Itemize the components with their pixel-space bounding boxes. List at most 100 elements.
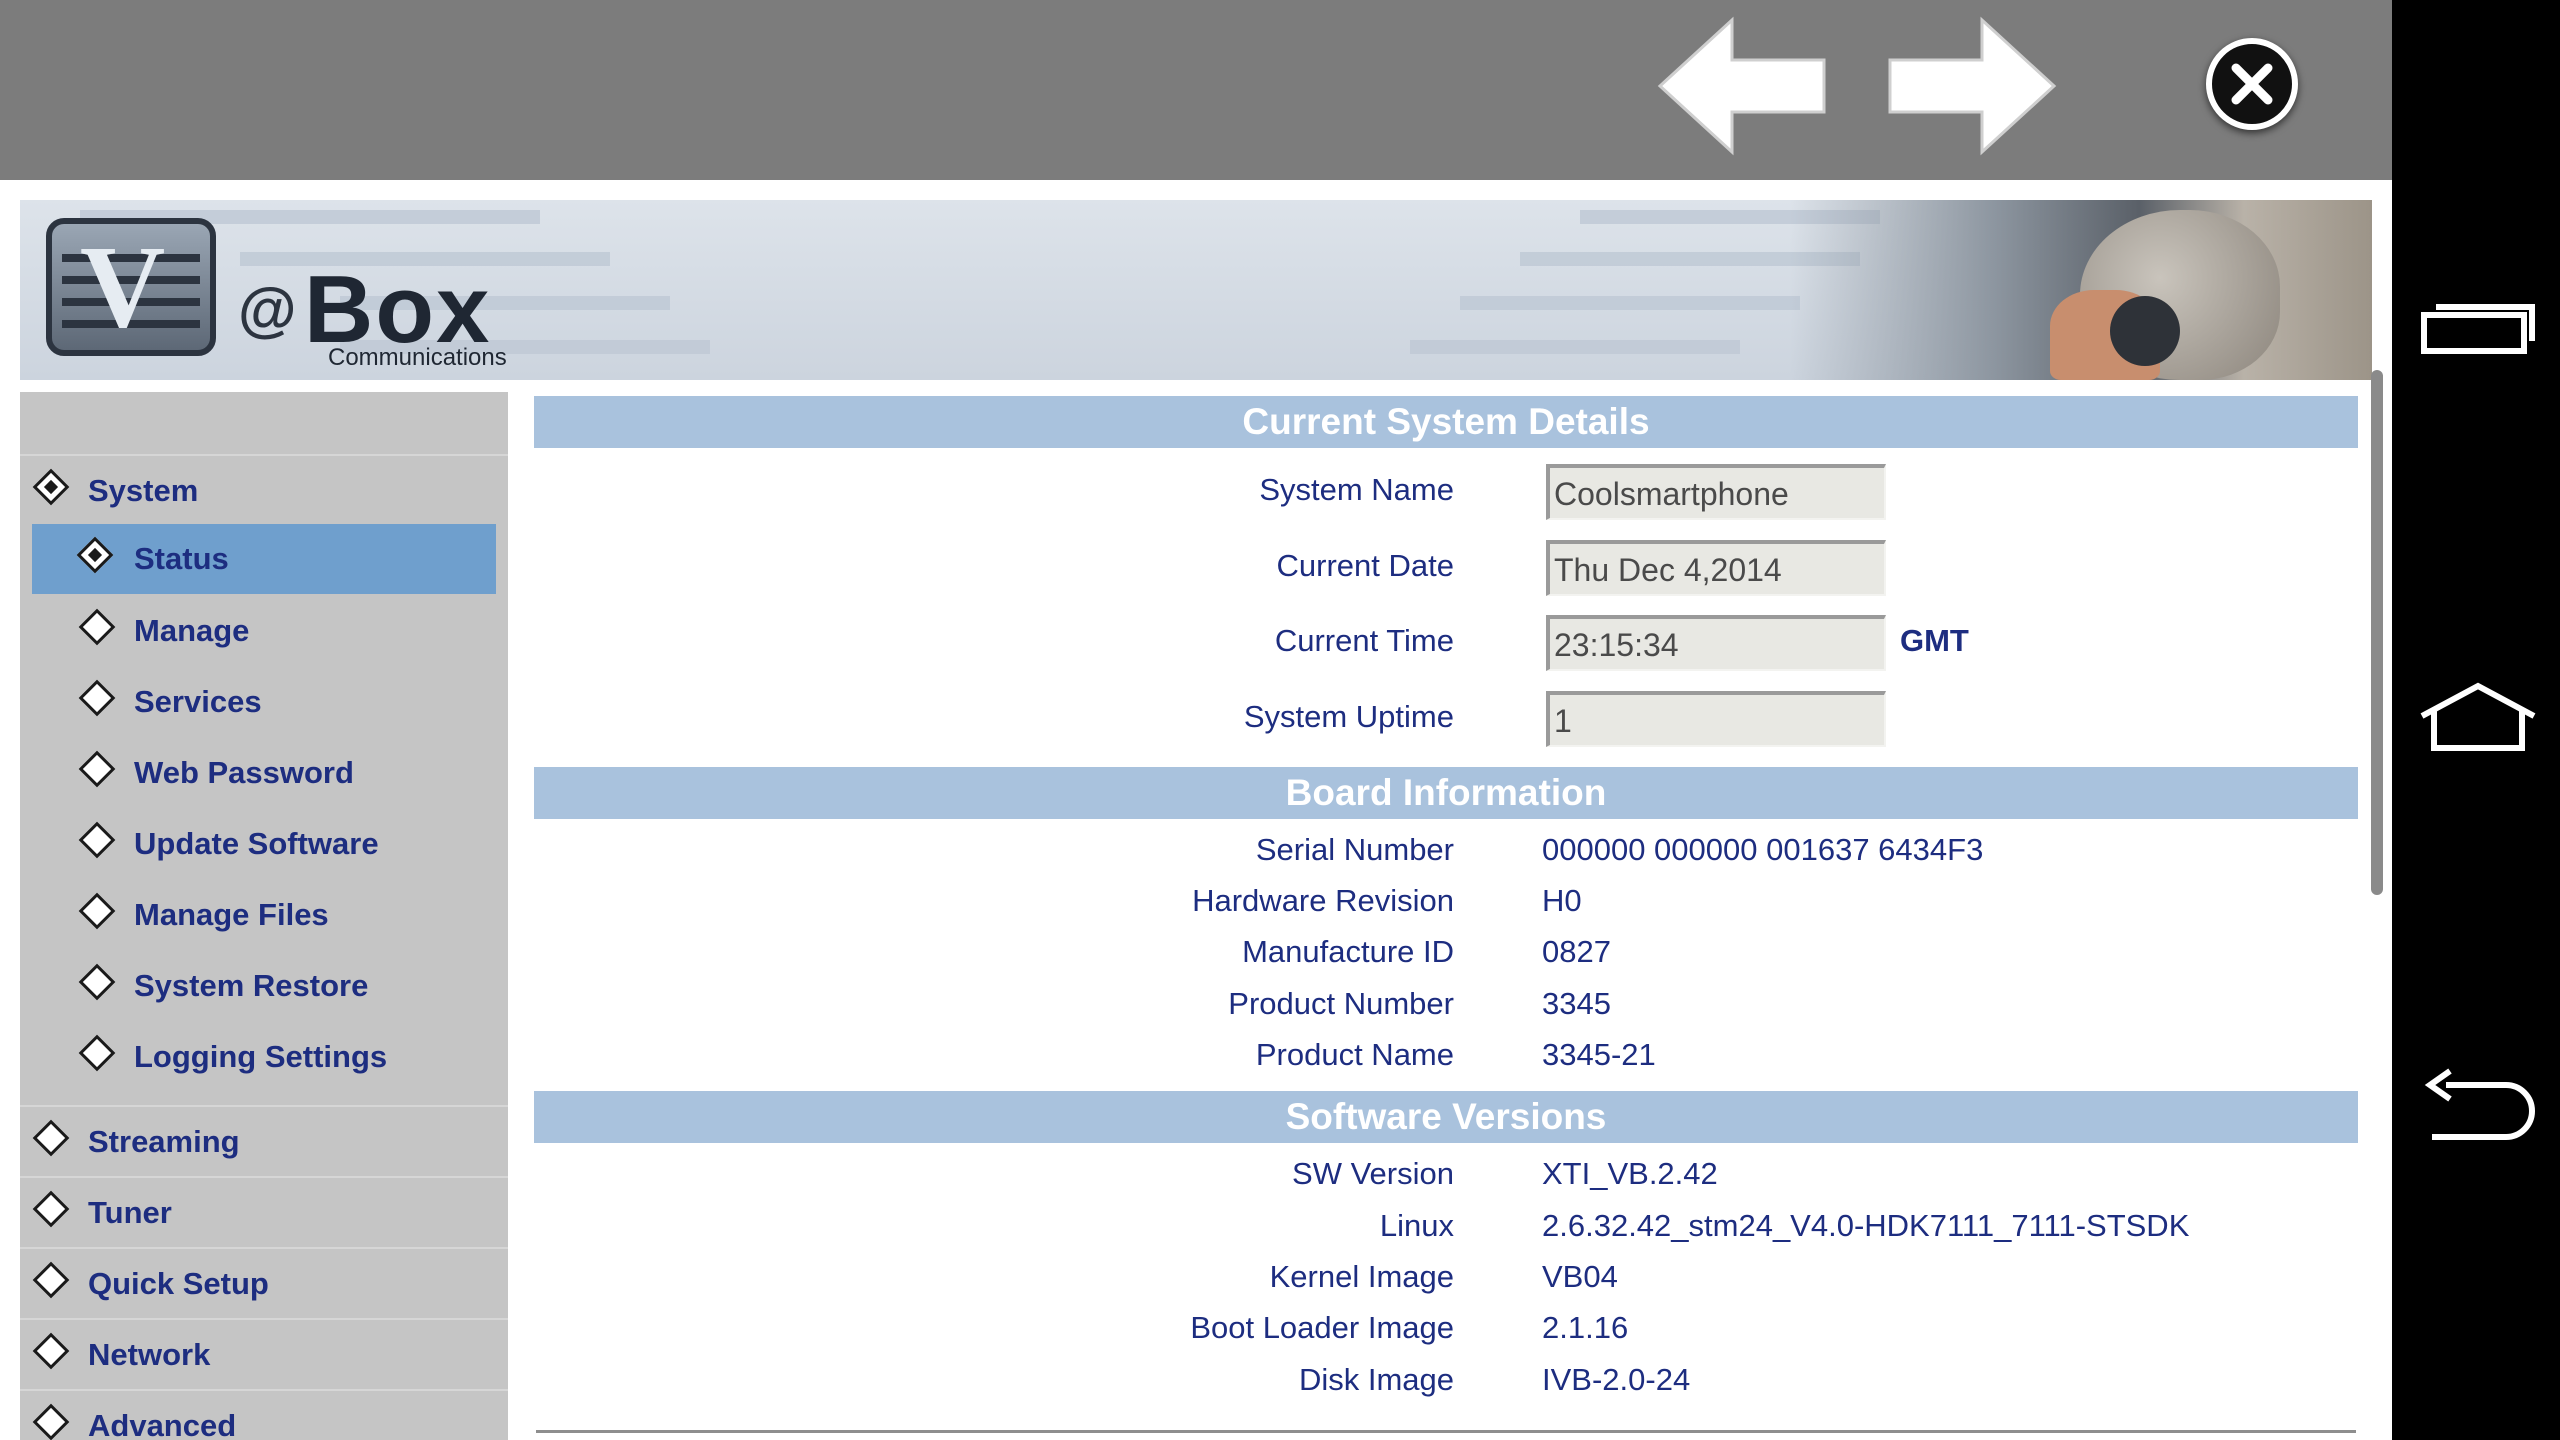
forward-arrow-button[interactable] — [1882, 14, 2062, 158]
sidebar-item-web-password[interactable]: Web Password — [20, 738, 508, 808]
disk-image-label: Disk Image — [1298, 1362, 1454, 1397]
close-button[interactable] — [2206, 38, 2298, 130]
sidebar-item-label: Advanced — [88, 1408, 237, 1440]
sidebar-item-services[interactable]: Services — [20, 667, 508, 737]
close-icon — [2231, 63, 2273, 105]
diamond-icon — [78, 892, 116, 930]
sidebar-item-label: Web Password — [134, 755, 354, 790]
sidebar-item-label: Streaming — [88, 1124, 240, 1159]
sidebar-item-label: Logging Settings — [134, 1039, 388, 1074]
system-back-button[interactable] — [2416, 1063, 2540, 1153]
home-icon — [2420, 682, 2536, 751]
diamond-icon — [78, 963, 116, 1001]
product-number-value: 3345 — [1542, 986, 1611, 1021]
sidebar-item-manage[interactable]: Manage — [20, 596, 508, 666]
row-product-name: Product Name 3345-21 — [534, 1037, 2358, 1097]
back-icon — [2424, 1068, 2535, 1140]
sidebar-item-streaming[interactable]: Streaming — [20, 1105, 508, 1175]
sidebar-item-label: Manage — [134, 613, 250, 648]
logo-tagline: Communications — [328, 344, 507, 371]
system-name-label: System Name — [1259, 472, 1454, 507]
hardware-revision-label: Hardware Revision — [1192, 883, 1454, 918]
product-name-label: Product Name — [1255, 1037, 1454, 1072]
diamond-icon — [78, 1034, 116, 1072]
row-manufacture-id: Manufacture ID 0827 — [534, 934, 2358, 994]
system-uptime-field[interactable]: 1 — [1546, 691, 1886, 747]
sidebar-item-tuner[interactable]: Tuner — [20, 1176, 508, 1246]
current-date-field[interactable]: Thu Dec 4,2014 — [1546, 540, 1886, 596]
logo-at-sign: @ — [238, 276, 297, 343]
boot-loader-image-label: Boot Loader Image — [1190, 1310, 1454, 1345]
hardware-revision-value: H0 — [1542, 883, 1582, 918]
row-boot-loader-image: Boot Loader Image 2.1.16 — [534, 1310, 2358, 1370]
system-uptime-label: System Uptime — [1243, 699, 1454, 734]
sidebar-item-advanced[interactable]: Advanced — [20, 1389, 508, 1440]
sidebar-item-logging-settings[interactable]: Logging Settings — [20, 1022, 508, 1092]
kernel-image-value: VB04 — [1542, 1259, 1618, 1294]
sidebar-item-label: Manage Files — [134, 897, 329, 932]
diamond-icon — [76, 536, 114, 574]
row-system-name: System Name Coolsmartphone — [534, 464, 2358, 524]
arrow-left-icon — [1657, 16, 1826, 156]
disk-image-value: IVB-2.0-24 — [1542, 1362, 1691, 1397]
header-banner: V @ Box Communications — [20, 200, 2372, 380]
arrow-right-icon — [1888, 16, 2057, 156]
diamond-icon — [32, 1261, 70, 1299]
diamond-icon — [32, 1332, 70, 1370]
sidebar-item-label: Quick Setup — [88, 1266, 269, 1301]
sidebar-item-quick-setup[interactable]: Quick Setup — [20, 1247, 508, 1317]
serial-number-label: Serial Number — [1255, 832, 1454, 867]
system-name-field[interactable]: Coolsmartphone — [1546, 464, 1886, 520]
recent-apps-button[interactable] — [2416, 285, 2540, 375]
current-date-label: Current Date — [1276, 548, 1454, 583]
manufacture-id-label: Manufacture ID — [1242, 934, 1454, 969]
banner-stone-image — [2110, 296, 2180, 366]
sidebar-item-system[interactable]: System — [20, 454, 508, 524]
logo-letter: V — [80, 221, 166, 352]
diamond-icon — [78, 750, 116, 788]
diamond-icon — [32, 1119, 70, 1157]
diamond-icon — [78, 821, 116, 859]
diamond-icon — [32, 1403, 70, 1440]
boot-loader-image-value: 2.1.16 — [1542, 1310, 1629, 1345]
row-sw-version: SW Version XTI_VB.2.42 — [534, 1156, 2358, 1216]
home-button[interactable] — [2416, 672, 2540, 762]
row-current-time: Current Time 23:15:34 GMT — [534, 615, 2358, 675]
sidebar-item-label: Status — [134, 541, 229, 576]
diamond-icon — [78, 608, 116, 646]
android-navigation-bar — [2392, 0, 2560, 1440]
section-header-system-details: Current System Details — [534, 396, 2358, 448]
sidebar-item-system-restore[interactable]: System Restore — [20, 951, 508, 1021]
browser-toolbar — [0, 0, 2392, 180]
current-time-label: Current Time — [1274, 623, 1454, 658]
section-header-software-versions: Software Versions — [534, 1091, 2358, 1143]
diamond-icon — [32, 1190, 70, 1228]
sidebar-item-network[interactable]: Network — [20, 1318, 508, 1388]
back-arrow-button[interactable] — [1652, 14, 1832, 158]
sidebar-item-manage-files[interactable]: Manage Files — [20, 880, 508, 950]
sidebar-item-status[interactable]: Status — [32, 524, 496, 594]
sidebar-menu: System Status Manage Services Web Passwo… — [20, 392, 508, 1440]
current-time-field[interactable]: 23:15:34 — [1546, 615, 1886, 671]
sidebar-item-update-software[interactable]: Update Software — [20, 809, 508, 879]
sidebar-item-label: System Restore — [134, 968, 369, 1003]
sidebar-item-label: Update Software — [134, 826, 379, 861]
product-name-value: 3345-21 — [1542, 1037, 1656, 1072]
logo-emblem: V — [46, 218, 216, 356]
kernel-image-label: Kernel Image — [1269, 1259, 1454, 1294]
timezone-label: GMT — [1900, 623, 1969, 658]
manufacture-id-value: 0827 — [1542, 934, 1611, 969]
linux-label: Linux — [1379, 1208, 1454, 1243]
recent-apps-icon — [2421, 304, 2535, 354]
sw-version-label: SW Version — [1292, 1156, 1454, 1191]
row-current-date: Current Date Thu Dec 4,2014 — [534, 540, 2358, 600]
web-page-content: V @ Box Communications System Status Man… — [0, 180, 2392, 1440]
sidebar-item-label: Network — [88, 1337, 211, 1372]
vertical-scrollbar[interactable] — [2371, 370, 2383, 895]
sidebar-item-label: Services — [134, 684, 262, 719]
diamond-icon — [78, 679, 116, 717]
product-number-label: Product Number — [1228, 986, 1454, 1021]
sidebar-item-label: System — [88, 473, 199, 508]
sw-version-value: XTI_VB.2.42 — [1542, 1156, 1718, 1191]
diamond-icon — [32, 468, 70, 506]
